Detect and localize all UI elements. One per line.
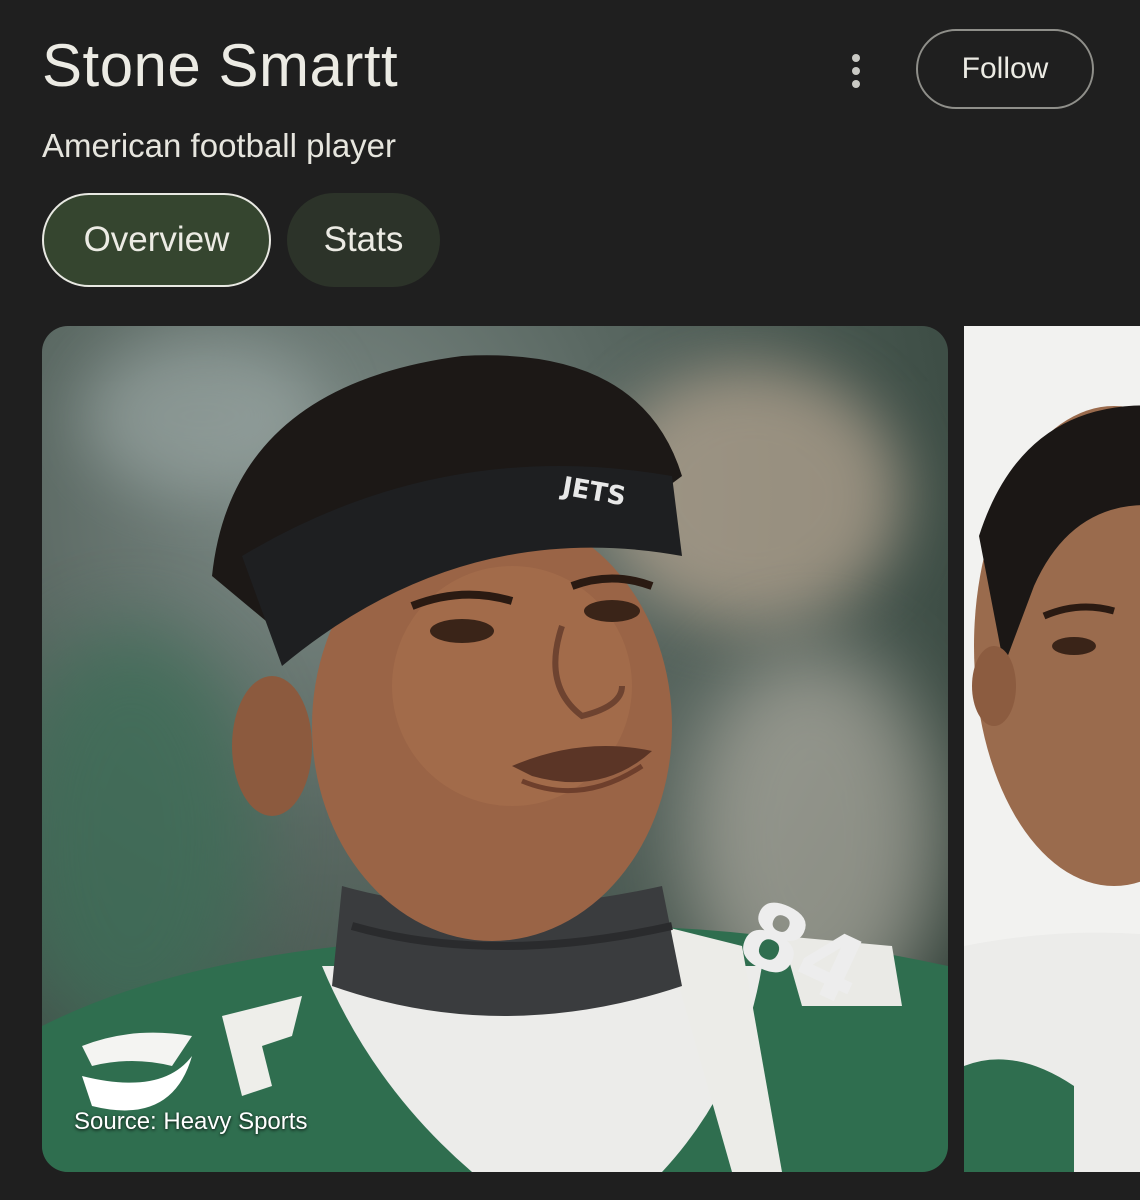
follow-button[interactable]: Follow	[916, 29, 1094, 109]
entity-subtitle: American football player	[42, 127, 397, 164]
more-vert-icon	[852, 54, 860, 62]
image-source-caption: Source: Heavy Sports	[74, 1108, 308, 1135]
player-photo-card-2[interactable]	[964, 326, 1140, 1172]
more-vert-icon-dot	[852, 67, 860, 75]
more-options-button[interactable]	[830, 44, 882, 98]
player-portrait-image-2	[964, 405, 1140, 1172]
tab-overview[interactable]: Overview	[42, 193, 271, 287]
more-vert-icon-dot	[852, 80, 860, 88]
player-portrait-image: JETS 84	[42, 355, 948, 1172]
player-photo-card[interactable]: JETS 84 Source: Heavy Sports	[42, 326, 948, 1172]
page-title: Stone Smartt	[42, 32, 399, 99]
tab-stats[interactable]: Stats	[287, 193, 440, 287]
